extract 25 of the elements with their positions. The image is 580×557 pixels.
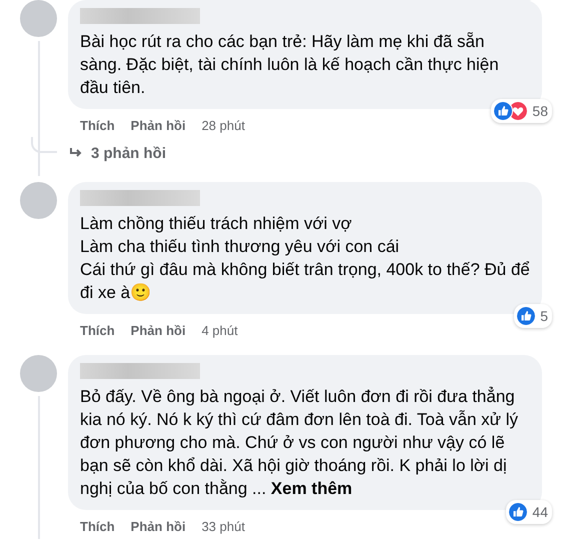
comment-time[interactable]: 28 phút — [202, 118, 245, 138]
comment-action-link[interactable]: Thích — [80, 118, 115, 138]
comment-text: Bài học rút ra cho các bạn trẻ: Hãy làm mẹ khi đã sẵn sàng. Đặc biệt, tài chính luôn là kế hoạch cần thực hiện đầu tiên. — [80, 31, 500, 99]
comment-action-link[interactable]: Phản hồi — [130, 323, 186, 343]
comment-time[interactable]: 33 phút — [202, 519, 245, 539]
reaction-badge[interactable]: 58 — [491, 99, 552, 123]
like-icon — [508, 502, 528, 522]
avatar-placeholder[interactable] — [20, 355, 57, 392]
comment-action-link[interactable]: Phản hồi — [130, 118, 186, 138]
heart-icon — [508, 101, 528, 121]
avatar-placeholder[interactable] — [20, 0, 57, 37]
comment-time[interactable]: 4 phút — [202, 323, 238, 343]
reply-arrow-icon — [69, 147, 83, 159]
comment-action-link[interactable]: Thích — [80, 323, 115, 343]
reaction-badge[interactable]: 44 — [506, 500, 552, 524]
comment-action-link[interactable]: Thích — [80, 519, 115, 539]
comment-text: Làm chồng thiếu trách nhiệm với vợ Làm cha thiếu tình thương yêu với con cái Cái thứ gì đâu mà không biết trân trọng, 400k to thế? Đủ để đi xe à🙂 — [80, 213, 530, 304]
comment-text: Bỏ đấy. Về ông bà ngoại ở. Viết luôn đơn đi rồi đưa thẳng kia nó ký. Nó k ký thì cứ đâm đơn lên toà đi. Toà vẫn xử lý đơn phương cho mà. Chứ ở vs con người như vậy có lẽ bạn sẽ còn khổ dài. Xã hội giờ thoáng rồi. K phải lo lời dị nghị của bố con thằng ... Xem thêm — [80, 386, 520, 500]
comment-action-link[interactable]: Phản hồi — [130, 519, 186, 539]
view-replies-link[interactable]: 3 phản hồi — [69, 144, 166, 162]
like-icon — [493, 101, 514, 121]
reaction-badge[interactable]: 5 — [514, 304, 552, 328]
like-icon — [516, 306, 536, 326]
see-more-link[interactable]: Xem thêm — [270, 479, 352, 498]
avatar-placeholder[interactable] — [20, 182, 57, 219]
